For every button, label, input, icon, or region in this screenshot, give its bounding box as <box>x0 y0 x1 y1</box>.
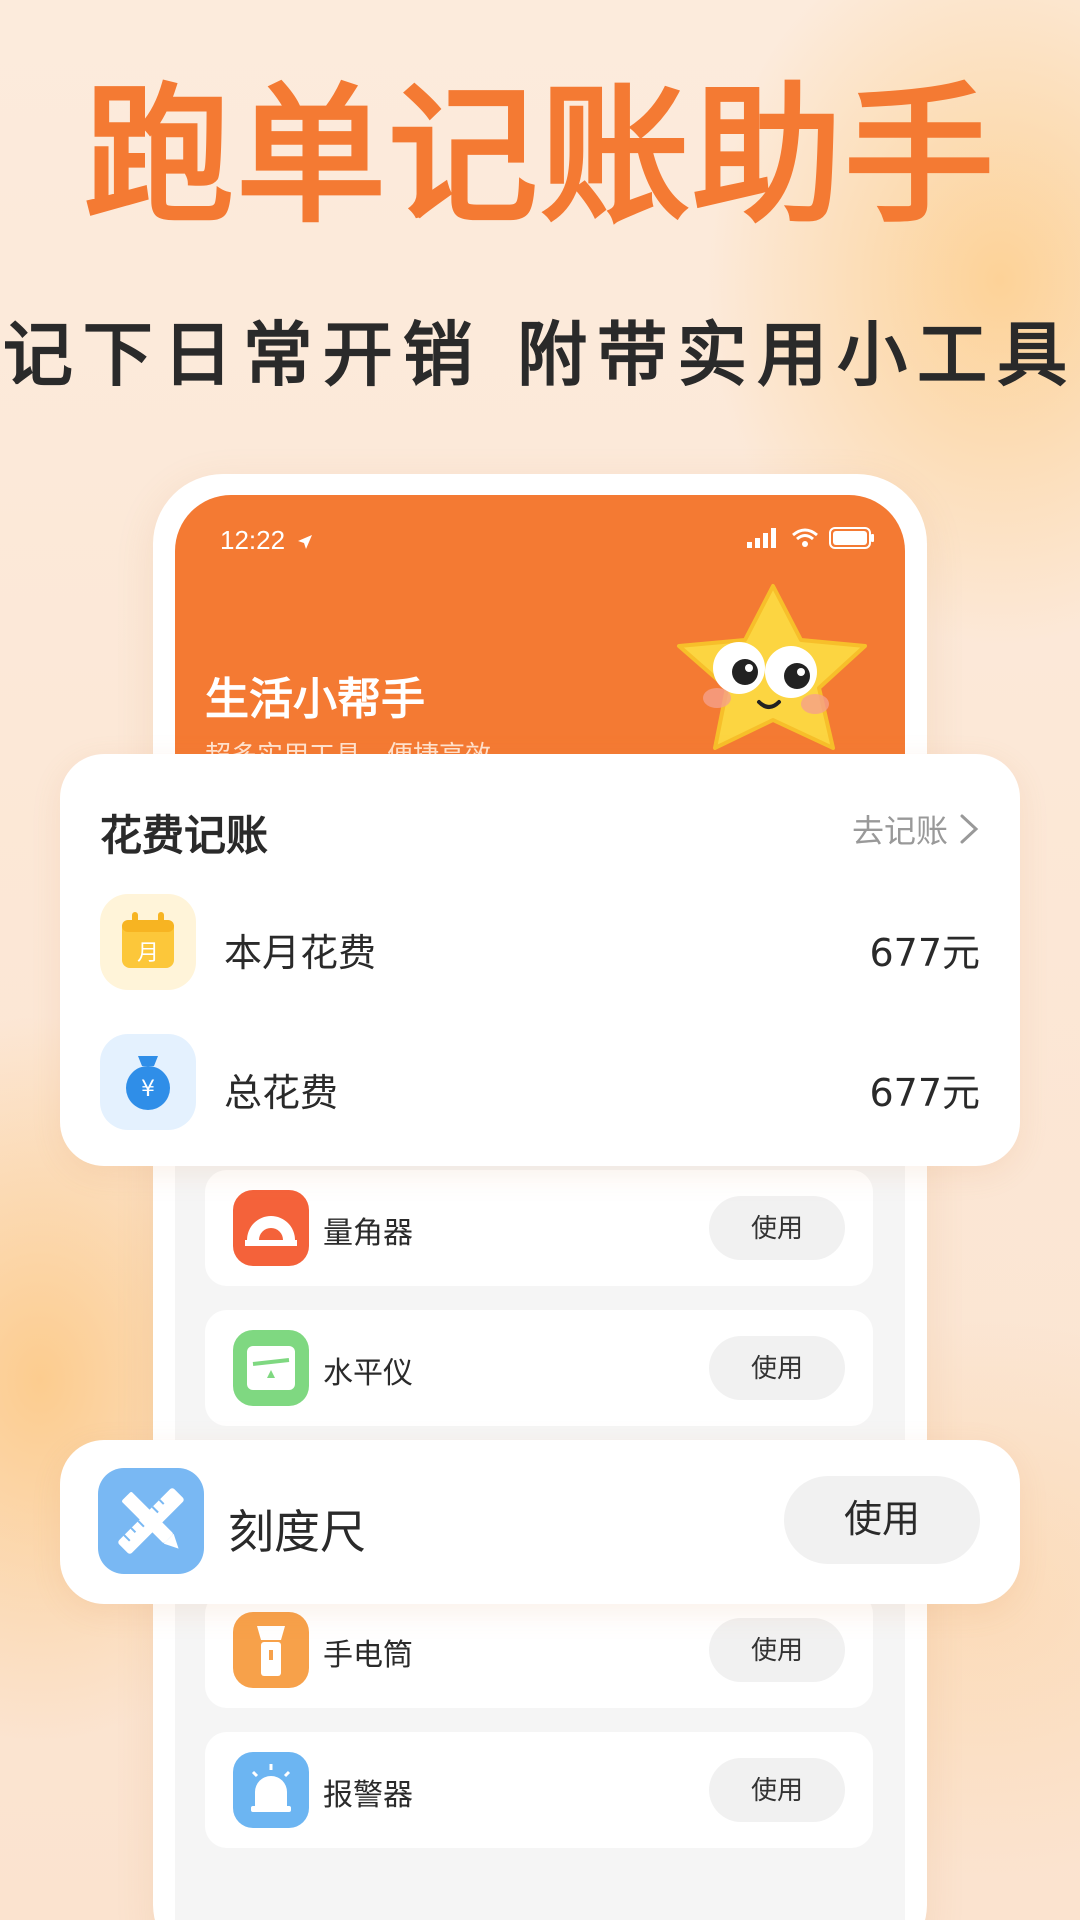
expense-row-label: 本月花费 <box>224 931 377 975</box>
go-record-label: 去记账 <box>851 812 948 850</box>
status-time: 12:22 <box>220 525 314 556</box>
expense-card-title: 花费记账 <box>100 811 269 860</box>
phone-screen: 12:22 生活小帮手 超多实用工具，便捷高效 <box>175 495 905 1920</box>
alarm-icon <box>233 1752 309 1828</box>
star-mascot-icon <box>677 584 867 750</box>
tool-card-flashlight[interactable]: 手电筒 使用 <box>205 1592 873 1708</box>
use-button[interactable]: 使用 <box>709 1618 845 1682</box>
chevron-right-icon <box>960 814 979 844</box>
hero-title: 跑单记账助手 <box>83 70 996 244</box>
expense-card: 花费记账 去记账 月 本月花费 677元 ¥ 总花费 677元 <box>60 754 1020 1166</box>
phone-header: 12:22 生活小帮手 超多实用工具，便捷高效 <box>175 495 905 771</box>
hero-subtitle: 记下日常开销 附带实用小工具 <box>2 314 1078 396</box>
expense-row-month: 月 本月花费 677元 <box>100 894 980 990</box>
go-record-link[interactable]: 去记账 <box>852 806 980 852</box>
location-icon <box>298 535 313 550</box>
tool-name: 手电筒 <box>323 1638 413 1673</box>
svg-text:月: 月 <box>137 941 159 966</box>
phone-header-title: 生活小帮手 <box>205 674 425 725</box>
calendar-icon: 月 <box>100 894 196 990</box>
money-bag-icon: ¥ <box>100 1034 196 1130</box>
status-icons <box>747 527 875 549</box>
tool-name: 水平仪 <box>323 1356 413 1391</box>
tool-card-level[interactable]: 水平仪 使用 <box>205 1310 873 1426</box>
expense-row-total: ¥ 总花费 677元 <box>100 1034 980 1130</box>
tool-name: 报警器 <box>323 1778 413 1813</box>
use-button[interactable]: 使用 <box>709 1336 845 1400</box>
featured-tool-name: 刻度尺 <box>228 1505 366 1559</box>
expense-row-label: 总花费 <box>224 1071 339 1115</box>
wifi-icon <box>792 528 818 547</box>
tool-card-alarm[interactable]: 报警器 使用 <box>205 1732 873 1848</box>
signal-icon <box>747 528 776 548</box>
tool-card-protractor[interactable]: 量角器 使用 <box>205 1170 873 1286</box>
svg-text:¥: ¥ <box>141 1077 155 1102</box>
level-icon <box>233 1330 309 1406</box>
use-button[interactable]: 使用 <box>784 1476 980 1564</box>
expense-row-value: 677元 <box>869 1071 980 1115</box>
use-button[interactable]: 使用 <box>709 1758 845 1822</box>
status-time-text: 12:22 <box>220 525 286 555</box>
battery-icon <box>829 527 874 549</box>
expense-row-value: 677元 <box>869 931 980 975</box>
protractor-icon <box>233 1190 309 1266</box>
flashlight-icon <box>233 1612 309 1688</box>
ruler-icon <box>98 1468 204 1574</box>
tool-name: 量角器 <box>323 1216 413 1251</box>
featured-tool-card[interactable]: 刻度尺 使用 <box>60 1440 1020 1604</box>
use-button[interactable]: 使用 <box>709 1196 845 1260</box>
